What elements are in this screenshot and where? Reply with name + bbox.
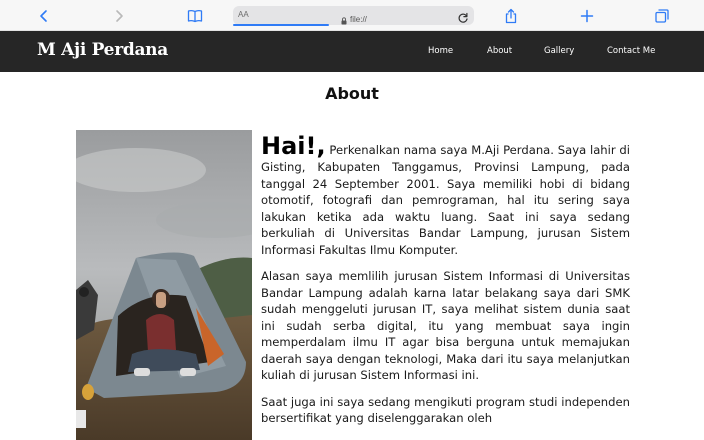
greeting-heading: Hai!, (261, 132, 326, 160)
tabs-icon[interactable] (651, 5, 673, 27)
reload-icon[interactable] (457, 9, 469, 28)
plus-icon[interactable] (576, 5, 598, 27)
about-bio: Hai!, Perkenalkan nama saya M.Aji Perdan… (261, 133, 630, 437)
bio-intro-text: Perkenalkan nama saya M.Aji Perdana. Say… (261, 143, 630, 257)
nav-contact-me[interactable]: Contact Me (607, 46, 655, 56)
share-icon[interactable] (500, 5, 522, 27)
bio-paragraph-2: Alasan saya memlilih jurusan Sistem Info… (261, 269, 630, 382)
bio-paragraph-3: Saat juga ini saya sedang mengikuti prog… (261, 394, 630, 426)
browser-toolbar: AA file:// (0, 0, 704, 31)
profile-photo (76, 130, 252, 440)
bio-paragraph-1: Hai!, Perkenalkan nama saya M.Aji Perdan… (261, 133, 630, 258)
forward-chevron-icon[interactable] (108, 5, 130, 27)
page-load-progress (233, 24, 329, 26)
address-bar[interactable]: AA file:// (233, 6, 474, 28)
lock-icon (341, 10, 347, 29)
bookmarks-book-icon[interactable] (184, 5, 206, 27)
url-text: file:// (350, 15, 367, 24)
nav-home[interactable]: Home (428, 46, 453, 56)
back-chevron-icon[interactable] (33, 5, 55, 27)
url-display: file:// (341, 10, 367, 29)
site-brand[interactable]: M Aji Perdana (37, 40, 168, 60)
page-title: About (325, 84, 379, 103)
site-navbar: M Aji Perdana Home About Gallery Contact… (0, 31, 704, 72)
reader-aa-button[interactable]: AA (238, 10, 249, 19)
nav-gallery[interactable]: Gallery (544, 46, 574, 56)
nav-about[interactable]: About (487, 46, 512, 56)
